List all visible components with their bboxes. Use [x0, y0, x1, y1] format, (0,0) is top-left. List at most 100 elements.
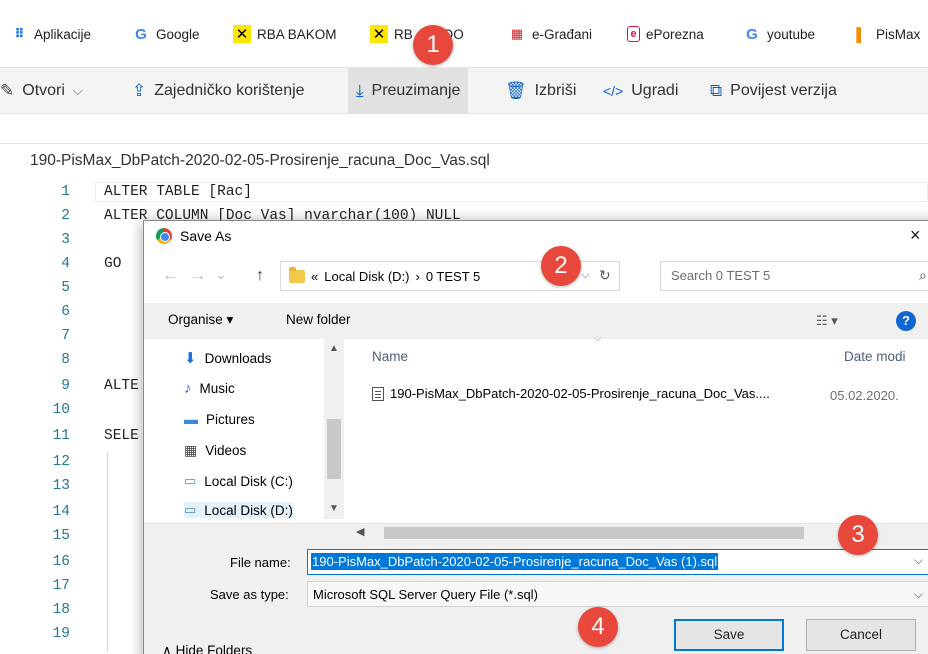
bookmark-e-gradani[interactable]: ▦ e-Građani [508, 0, 592, 68]
line-number: 14 [52, 504, 70, 520]
up-arrow-icon[interactable]: ↑ [256, 267, 264, 285]
chrome-icon [156, 228, 172, 244]
chevron-down-icon[interactable]: ⌵ [914, 553, 923, 568]
line-number: 6 [61, 304, 70, 320]
line-number: 17 [52, 578, 70, 594]
music-note-icon: ♪ [184, 380, 192, 397]
share-button[interactable]: ⇪ Zajedničko korištenje [132, 68, 305, 114]
back-arrow-icon[interactable]: ← [162, 267, 178, 285]
nav-item-local-disk-c[interactable]: ▭ Local Disk (C:) [184, 473, 293, 489]
search-input[interactable]: Search 0 TEST 5 ⌕ [660, 261, 928, 291]
bookmark-eporezna[interactable]: e ePorezna [627, 0, 704, 68]
bookmark-pismax[interactable]: ▌ PisMax [852, 0, 920, 68]
callout-badge-1: 1 [413, 25, 453, 65]
pictures-icon: ▬ [184, 411, 198, 427]
nav-item-pictures[interactable]: ▬ Pictures [184, 411, 255, 427]
nav-item-music[interactable]: ♪ Music [184, 380, 235, 397]
recent-locations-icon[interactable]: ⌄ [216, 268, 226, 282]
delete-button[interactable]: 🗑 Izbriši [505, 68, 576, 114]
share-icon: ⇪ [132, 81, 147, 100]
code-line-1[interactable]: ALTER TABLE [Rac] [104, 184, 252, 200]
line-number: 10 [52, 402, 70, 418]
column-header-date[interactable]: Date modi [844, 349, 906, 364]
path-drive[interactable]: Local Disk (D:) [324, 269, 409, 284]
code-line-11[interactable]: SELE [104, 428, 139, 444]
raiffeisen-icon: ✕ [370, 25, 388, 43]
hard-drive-icon: ▭ [184, 502, 197, 517]
horizontal-scrollbar[interactable]: ◀ [144, 523, 928, 541]
hard-drive-icon: ▭ [184, 473, 197, 488]
scrollbar-thumb[interactable] [327, 419, 341, 479]
code-line-4[interactable]: GO [104, 256, 121, 272]
bookmark-google[interactable]: G Google [132, 0, 199, 68]
nav-item-downloads[interactable]: ⬇ Downloads [184, 349, 271, 367]
sql-file-icon [372, 386, 384, 401]
open-button[interactable]: ✎ Otvori ⌵ [0, 68, 83, 114]
save-as-type-label: Save as type: [210, 587, 289, 602]
hide-folders-button[interactable]: ∧ Hide Folders [162, 643, 252, 654]
path-folder[interactable]: 0 TEST 5 [426, 269, 480, 284]
line-number: 18 [52, 602, 70, 618]
forward-arrow-icon[interactable]: → [190, 267, 206, 285]
dialog-title-bar[interactable]: Save As [144, 221, 928, 251]
chevron-down-icon: ⌵ [72, 83, 83, 98]
help-icon[interactable]: ? [896, 311, 916, 331]
line-number: 4 [61, 256, 70, 272]
line-number: 2 [61, 208, 70, 224]
code-line-9[interactable]: ALTE [104, 378, 139, 394]
apps-grid-icon: ⠿ [14, 26, 24, 41]
chevron-up-icon[interactable]: ▲ [329, 343, 339, 354]
trash-icon: 🗑 [505, 81, 527, 100]
nav-pane-scrollbar[interactable]: ▲ ▼ [324, 339, 344, 519]
google-g-icon: G [135, 25, 147, 43]
path-overflow[interactable]: « [311, 269, 318, 284]
version-history-button[interactable]: ⧉ Povijest verzija [710, 68, 837, 114]
save-button[interactable]: Save [674, 619, 784, 651]
bookmark-apps[interactable]: ⠿ Aplikacije [10, 0, 91, 68]
line-number: 9 [61, 378, 70, 394]
command-bar: Organise ▾ New folder ☷ ▾ ? [144, 303, 928, 339]
nav-item-videos[interactable]: ▦ Videos [184, 442, 246, 459]
line-number: 7 [61, 328, 70, 344]
file-row[interactable]: 190-PisMax_DbPatch-2020-02-05-Prosirenje… [372, 386, 770, 401]
file-name-input[interactable]: 190-PisMax_DbPatch-2020-02-05-Prosirenje… [307, 549, 928, 575]
eporezna-icon: e [627, 26, 640, 42]
chevron-down-icon[interactable]: ▼ [329, 503, 339, 514]
callout-badge-3: 3 [838, 515, 878, 555]
nav-item-local-disk-d[interactable]: ▭ Local Disk (D:) [184, 502, 293, 518]
egradjani-icon: ▦ [510, 26, 524, 41]
line-number: 13 [52, 478, 70, 494]
chevron-down-icon[interactable]: ⌵ [581, 269, 589, 282]
line-number: 5 [61, 280, 70, 296]
embed-button[interactable]: </> Ugradi [603, 68, 678, 114]
chevron-left-icon[interactable]: ◀ [356, 525, 364, 538]
google-g-icon: G [746, 25, 758, 43]
download-arrow-icon: ⤓ [356, 81, 364, 100]
chevron-down-icon[interactable]: ⌵ [914, 587, 923, 602]
organise-button[interactable]: Organise ▾ [168, 312, 233, 328]
bookmark-rba-bakom[interactable]: ✕ RBA BAKOM [233, 0, 337, 68]
folder-icon [289, 266, 305, 283]
close-icon[interactable]: × [910, 225, 921, 246]
pencil-icon: ✎ [0, 81, 15, 100]
search-icon: ⌕ [919, 267, 927, 283]
callout-badge-2: 2 [541, 246, 581, 286]
scrollbar-thumb[interactable] [384, 527, 804, 539]
editor-filename: 190-PisMax_DbPatch-2020-02-05-Prosirenje… [30, 152, 490, 169]
chevron-right-icon: › [415, 268, 420, 284]
file-date: 05.02.2020. [830, 388, 899, 403]
bookmarks-bar: ⠿ Aplikacije G Google ✕ RBA BAKOM ✕ RB A… [0, 0, 928, 68]
bookmark-youtube[interactable]: G youtube [743, 0, 815, 68]
file-toolbar: ✎ Otvori ⌵ ⇪ Zajedničko korištenje ⤓ Pre… [0, 68, 928, 114]
chevron-up-icon: ∧ [162, 643, 172, 654]
download-button[interactable]: ⤓ Preuzimanje [348, 68, 469, 114]
save-as-type-select[interactable]: Microsoft SQL Server Query File (*.sql) [307, 581, 928, 607]
column-header-name[interactable]: Name [372, 349, 408, 364]
cancel-button[interactable]: Cancel [806, 619, 916, 651]
dialog-footer: File name: 190-PisMax_DbPatch-2020-02-05… [144, 541, 928, 654]
refresh-icon[interactable]: ↻ [599, 267, 611, 284]
view-options-icon[interactable]: ☷ ▾ [816, 313, 838, 329]
line-number: 12 [52, 454, 70, 470]
new-folder-button[interactable]: New folder [286, 312, 351, 327]
download-arrow-icon: ⬇ [184, 350, 197, 367]
